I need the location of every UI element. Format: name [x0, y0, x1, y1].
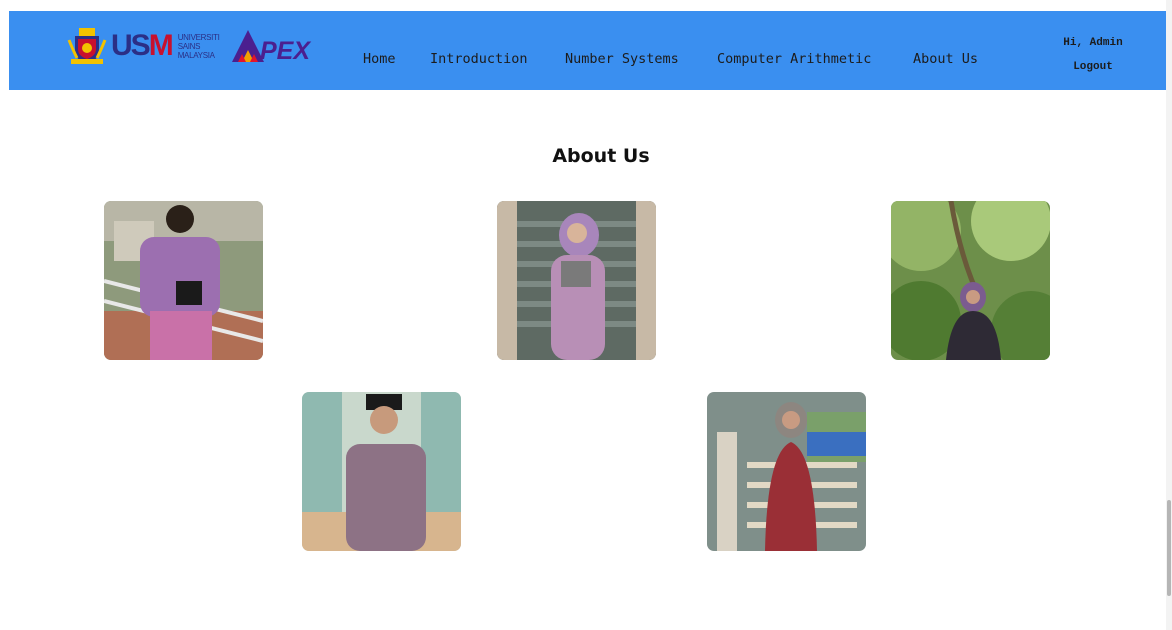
nav-home[interactable]: Home — [363, 51, 396, 67]
team-member-photo-icon — [497, 201, 656, 360]
team-member-photo-icon — [104, 201, 263, 360]
university-line: SAINS — [177, 41, 201, 51]
team-member-photo-3 — [891, 201, 1050, 360]
university-line: UNIVERSITI — [177, 32, 220, 42]
team-member-photo-icon — [707, 392, 866, 551]
page: USM UNIVERSITI SAINS MALAYSIA PEX Home I… — [0, 0, 1172, 630]
team-member-photo-4 — [302, 392, 461, 551]
logout-link[interactable]: Logout — [1058, 60, 1128, 74]
page-title: About Us — [552, 145, 650, 167]
navbar: USM UNIVERSITI SAINS MALAYSIA PEX Home I… — [9, 11, 1166, 90]
nav-about-us[interactable]: About Us — [913, 51, 978, 67]
main-nav: Home Introduction Number Systems Compute… — [9, 51, 1166, 71]
user-greeting: Hi, Admin — [1063, 37, 1123, 49]
nav-number-systems[interactable]: Number Systems — [565, 51, 679, 67]
nav-introduction[interactable]: Introduction — [430, 51, 528, 67]
scrollbar-thumb[interactable] — [1167, 500, 1171, 596]
user-menu: Hi, Admin Logout — [1058, 36, 1128, 74]
team-member-photo-icon — [302, 392, 461, 551]
team-member-photo-icon — [891, 201, 1050, 360]
team-member-photo-1 — [104, 201, 263, 360]
nav-computer-arithmetic[interactable]: Computer Arithmetic — [717, 51, 871, 67]
team-member-photo-2 — [497, 201, 656, 360]
vertical-scrollbar[interactable] — [1166, 0, 1172, 630]
team-member-photo-5 — [707, 392, 866, 551]
